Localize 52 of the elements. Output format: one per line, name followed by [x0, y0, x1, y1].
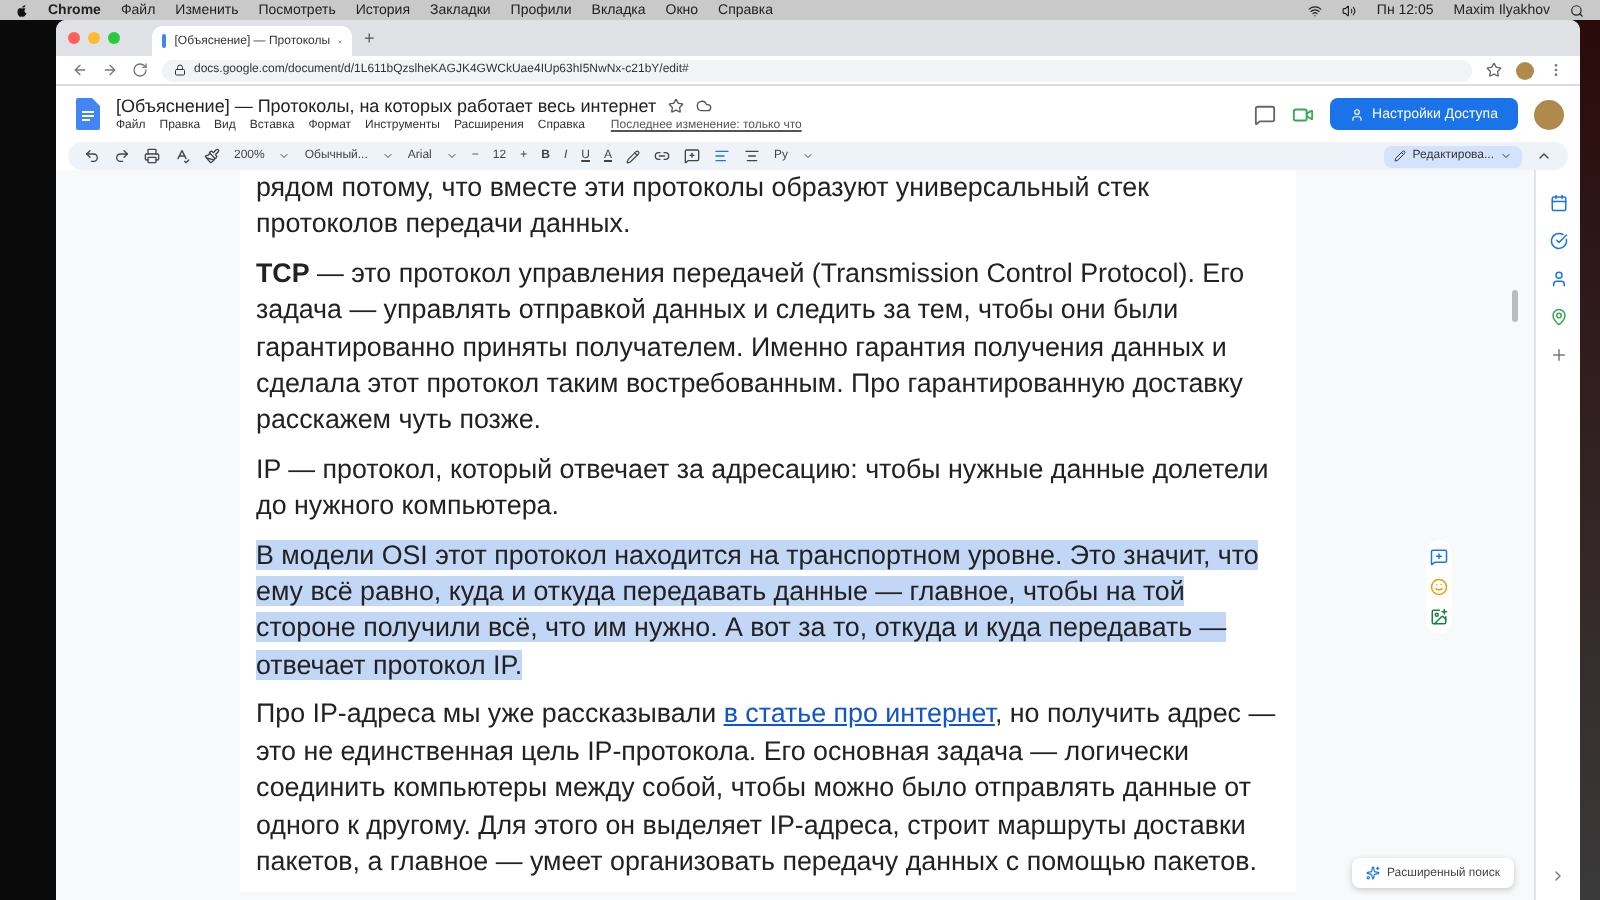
- maps-icon[interactable]: [1549, 308, 1567, 326]
- profile-avatar[interactable]: [1516, 61, 1534, 79]
- wifi-icon: [1308, 3, 1323, 17]
- contacts-icon[interactable]: [1549, 270, 1567, 288]
- apple-logo-icon: [16, 3, 28, 17]
- redo-icon[interactable]: [114, 148, 130, 164]
- new-tab-button[interactable]: +: [364, 28, 375, 48]
- add-comment-icon[interactable]: [1430, 548, 1448, 566]
- align-left-icon[interactable]: [714, 148, 730, 164]
- add-icon[interactable]: [1549, 346, 1567, 364]
- paragraph: Про IP-адреса мы уже рассказывали в статье про интернет, но получить адрес — это не единственная цель IP-протокола. Его основная задача — логически соединить компьютеры между собой, чтобы можно было отправлять данные от одного к другому. Для этого он выделяет IP-адреса, строит маршруты доставки пакетов, а главное — умеет организовать передачу данных с помощью пакетов.: [256, 696, 1276, 880]
- align-center-icon[interactable]: [744, 148, 760, 164]
- expand-icon[interactable]: [1550, 868, 1566, 884]
- caret-icon: [381, 150, 394, 162]
- caret-icon: [802, 150, 815, 162]
- paint-format-icon[interactable]: [204, 148, 220, 164]
- pencil-icon: [1394, 150, 1407, 162]
- caret-icon: [1500, 150, 1512, 162]
- comments-icon[interactable]: [1254, 103, 1277, 125]
- paragraph: TCP — это протокол управления передачей (Transmission Control Protocol). Его задача — управлять отправкой данных и следить за тем, чтобы они были гарантированно приняты получателем. Именно гарантия получения данных и сделала этот протокол таким востребованным. Про гарантированную доставку расскажем чуть позже.: [256, 255, 1247, 439]
- spellcheck-icon[interactable]: [174, 148, 190, 164]
- person-icon: [1350, 107, 1365, 121]
- caret-icon: [278, 150, 291, 162]
- paragraph: В модели OSI этот протокол находится на транспортном уровне. Это значит, что ему всё равно, куда и откуда передавать данные — главное, чтобы на той стороне получили всё, что им нужно. А вот за то, откуда и куда передавать — отвечает протокол IP.: [256, 537, 1261, 684]
- paragraph: рядом потому, что вместе эти протоколы образуют универсальный стек протоколов передачи данных.: [256, 170, 1151, 243]
- caret-icon: [445, 150, 458, 162]
- link-icon[interactable]: [654, 148, 670, 164]
- comment-icon[interactable]: [684, 148, 700, 164]
- suggest-edit-icon[interactable]: [1430, 608, 1448, 626]
- tasks-icon[interactable]: [1549, 232, 1567, 250]
- collapse-icon[interactable]: [1536, 148, 1552, 164]
- paragraph: IP — протокол, который отвечает за адресацию: чтобы нужные данные долетели до нужного компьютера.: [256, 451, 1271, 525]
- lock-icon: [174, 64, 186, 76]
- article-link[interactable]: в статье про интернет: [723, 698, 995, 729]
- calendar-icon[interactable]: [1549, 194, 1567, 212]
- forward-icon[interactable]: [102, 62, 118, 78]
- reload-icon[interactable]: [132, 62, 148, 78]
- back-icon[interactable]: [72, 62, 88, 78]
- profile-avatar[interactable]: [1534, 99, 1564, 129]
- scrollbar-thumb[interactable]: [1512, 290, 1518, 322]
- print-icon[interactable]: [144, 148, 160, 164]
- cloud-icon: [696, 98, 713, 114]
- star-icon[interactable]: [668, 98, 685, 114]
- volume-icon: [1342, 3, 1357, 17]
- docs-logo-icon: [76, 98, 100, 130]
- document-title[interactable]: [Объяснение] — Протоколы, на которых работает весь интернет: [116, 96, 657, 116]
- undo-icon[interactable]: [84, 148, 100, 164]
- sparkle-icon: [1365, 866, 1379, 880]
- close-window-button[interactable]: [68, 32, 80, 44]
- meet-icon[interactable]: [1292, 103, 1315, 125]
- highlight-icon[interactable]: [626, 149, 640, 163]
- search-icon[interactable]: [1570, 3, 1584, 17]
